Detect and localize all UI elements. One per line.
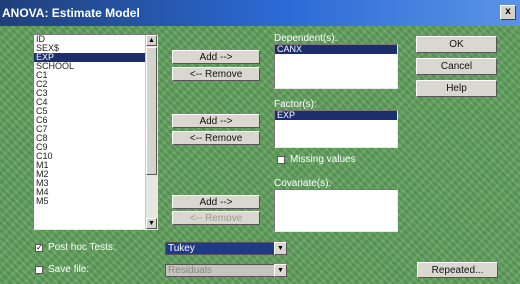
variable-list-item[interactable]: M1 [34,161,157,170]
post-hoc-label: Post hoc Tests: [48,242,116,253]
variable-list-item[interactable]: M2 [34,170,157,179]
variable-list-item[interactable]: C3 [34,89,157,98]
variable-list-scrollbar[interactable]: ▲ ▼ [145,35,157,229]
variable-list-item[interactable]: C4 [34,98,157,107]
list-item[interactable]: EXP [275,111,397,120]
save-file-select[interactable]: Residuals ▼ [165,264,287,277]
title-bar: ANOVA: Estimate Model x [0,0,520,26]
save-file-label: Save file: [48,264,90,275]
factor-list[interactable]: EXP [274,110,398,148]
variable-list-item[interactable]: C10 [34,152,157,161]
variable-list-item[interactable]: C8 [34,134,157,143]
scroll-down-arrow-icon[interactable]: ▼ [146,218,157,229]
remove-factor-button[interactable]: <-- Remove [172,131,260,145]
remove-dependent-button[interactable]: <-- Remove [172,67,260,81]
save-file-value: Residuals [168,265,212,276]
ok-button[interactable]: OK [416,36,497,53]
add-factor-button[interactable]: Add --> [172,114,260,128]
variable-list-item[interactable]: C5 [34,107,157,116]
covariate-list[interactable] [274,189,398,232]
variable-list-item[interactable]: C6 [34,116,157,125]
missing-values-checkbox[interactable] [277,156,285,164]
post-hoc-value: Tukey [168,243,195,254]
scroll-up-arrow-icon[interactable]: ▲ [146,35,157,46]
repeated-button[interactable]: Repeated... [417,262,498,278]
scroll-thumb[interactable] [146,47,157,175]
variable-list-item[interactable]: M3 [34,179,157,188]
variable-items: ID SEX$ EXP SCHOOL C1 C2 C3 C4 C5 C6 C7 C8 C9 C10 M1 M2… [34,35,157,206]
variable-list-item[interactable]: M4 [34,188,157,197]
cancel-button[interactable]: Cancel [416,58,497,75]
dependent-list[interactable]: CANX [274,44,398,89]
missing-values-label: Missing values [290,154,356,165]
post-hoc-select[interactable]: Tukey ▼ [165,242,287,255]
factor-label: Factor(s): [274,99,317,110]
variable-list[interactable]: ID SEX$ EXP SCHOOL C1 C2 C3 C4 C5 C6 C7 C8 C9 C10 M1 M2… [33,34,158,230]
covariate-label: Covariate(s): [274,178,332,189]
add-covariate-button[interactable]: Add --> [172,195,260,209]
dependent-label: Dependent(s): [274,33,338,44]
help-button[interactable]: Help [416,80,497,97]
chevron-down-icon[interactable]: ▼ [274,264,287,277]
add-dependent-button[interactable]: Add --> [172,50,260,64]
variable-list-item[interactable]: C7 [34,125,157,134]
variable-list-item[interactable]: M5 [34,197,157,206]
save-file-checkbox[interactable] [35,266,43,274]
variable-list-item[interactable]: C2 [34,80,157,89]
chevron-down-icon[interactable]: ▼ [274,242,287,255]
remove-covariate-button[interactable]: <-- Remove [172,211,260,225]
variable-list-item[interactable]: C1 [34,71,157,80]
window-title: ANOVA: Estimate Model [2,6,140,20]
variable-list-item[interactable]: SCHOOL [34,62,157,71]
post-hoc-checkbox[interactable]: ✓ [35,244,43,252]
close-button[interactable]: x [500,5,516,20]
list-item[interactable]: CANX [275,45,397,54]
